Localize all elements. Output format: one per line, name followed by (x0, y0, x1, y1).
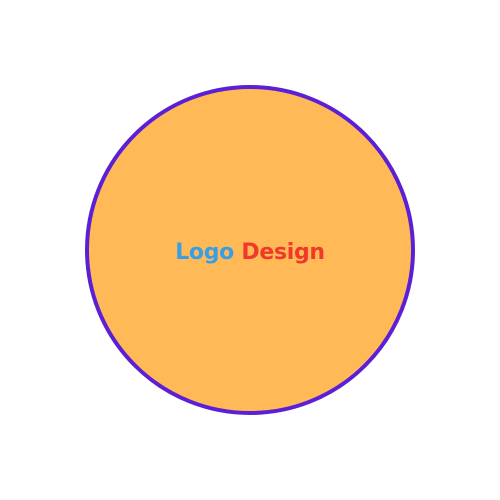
logo-circle: Logo Design (85, 85, 415, 415)
logo-text: Logo Design (175, 240, 325, 265)
canvas: Logo Design (0, 0, 500, 500)
logo-word-1: Logo (175, 239, 234, 265)
logo-word-2: Design (241, 239, 325, 265)
